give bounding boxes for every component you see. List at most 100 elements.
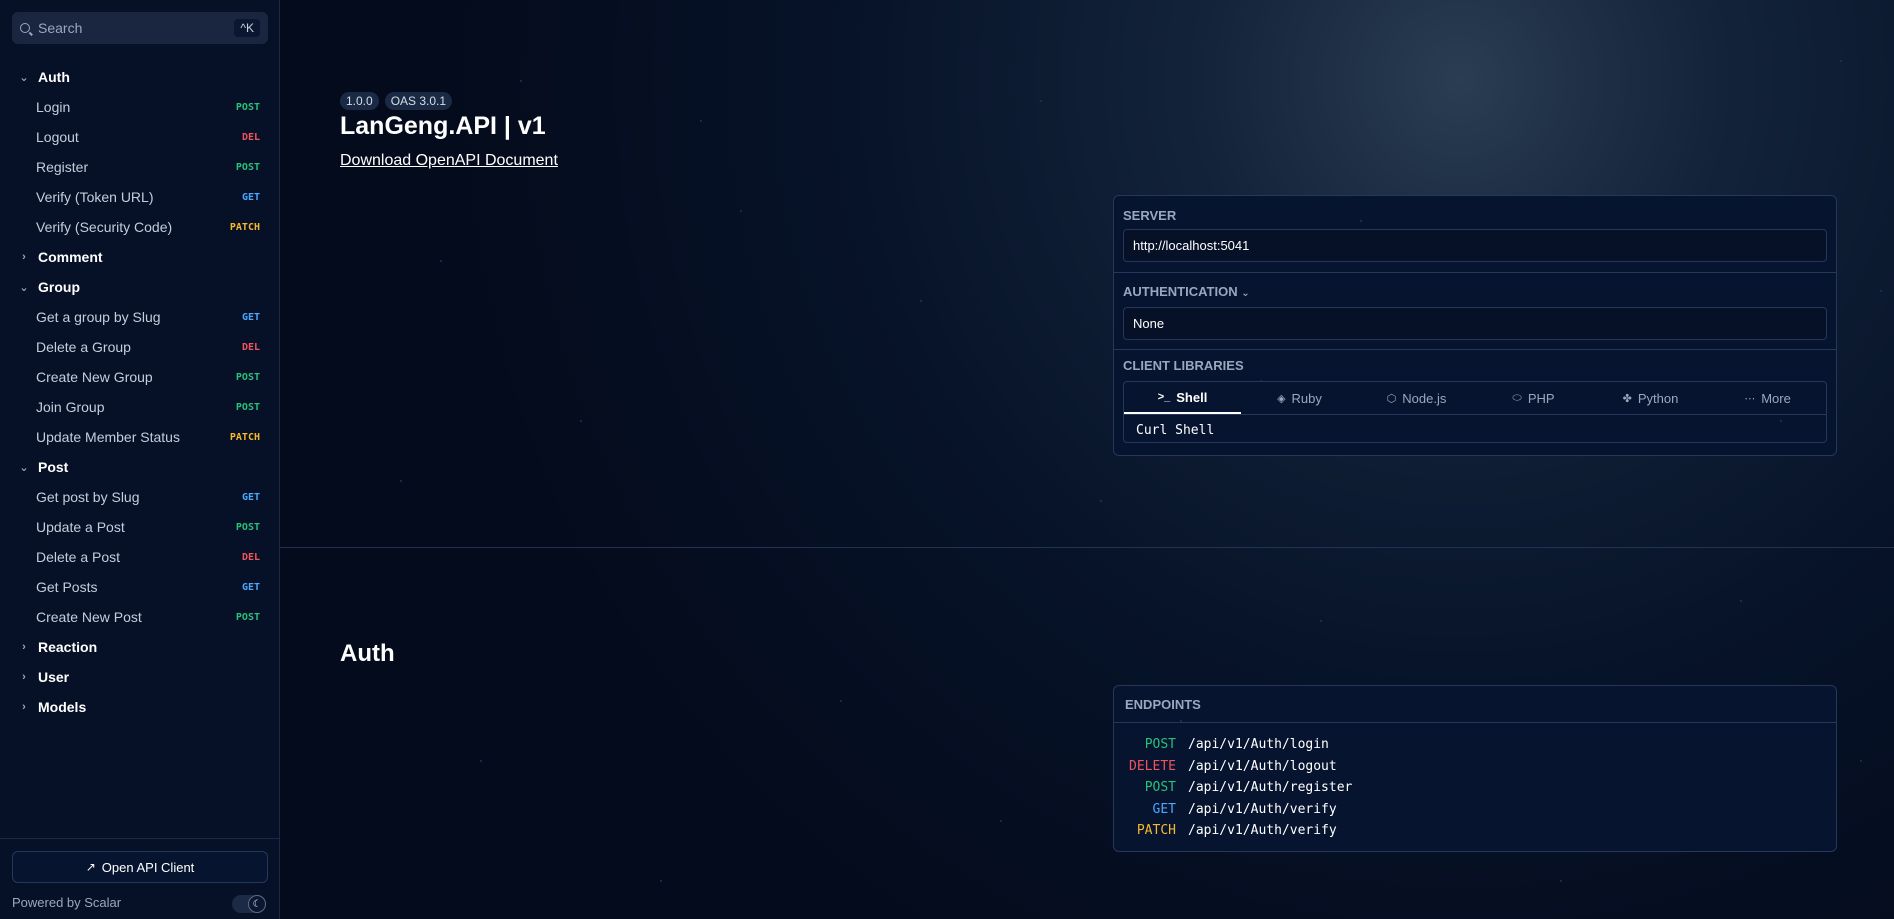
background-dot [580,420,582,422]
tab-more[interactable]: ⋯ More [1709,382,1826,414]
tab-ruby[interactable]: ◈ Ruby [1241,382,1358,414]
method-badge: POST [235,611,260,623]
sidebar-item-label: Create New Post [36,609,142,625]
chevron-down-icon: ⌄ [1241,288,1250,299]
sidebar-item[interactable]: Create New Post POST [0,602,280,632]
sidebar-group-label: Comment [38,249,103,265]
tab-nodejs[interactable]: ⬡ Node.js [1358,382,1475,414]
endpoint-method: DELETE [1129,758,1176,774]
method-badge: GET [241,581,260,593]
chevron-right-icon: › [22,671,26,683]
background-dot [740,210,742,212]
authentication-label[interactable]: AUTHENTICATION ⌄ [1123,284,1250,299]
endpoint-method: POST [1144,737,1176,753]
auth-select[interactable]: None [1123,307,1827,340]
selected-client: Curl Shell [1136,423,1215,438]
sidebar-footer: ↗ Open API Client Powered by Scalar ☾ [0,838,280,919]
open-api-client-label: Open API Client [101,859,195,875]
background-dot [660,880,662,882]
sidebar-item[interactable]: Update a Post POST [0,512,280,542]
open-api-client-button[interactable]: ↗ Open API Client [12,851,268,883]
background-dot [1360,220,1362,222]
method-badge: GET [241,491,260,503]
sidebar-group-reaction[interactable]: › Reaction [0,632,280,662]
method-badge: GET [241,191,260,203]
sidebar-group-group[interactable]: ⌄ Group [0,272,280,302]
download-openapi-link[interactable]: Download OpenAPI Document [340,152,558,170]
background-dot [1880,290,1882,292]
method-badge: POST [235,521,260,533]
tab-label: Ruby [1291,390,1322,406]
sidebar-group-label: Reaction [38,639,98,655]
sidebar-item-label: Verify (Security Code) [36,219,173,235]
endpoints-panel: ENDPOINTS POST/api/v1/Auth/login DELETE/a… [1113,685,1837,852]
background-dot [1000,820,1002,822]
background-dot [1040,100,1042,102]
sidebar-item[interactable]: Logout DEL [0,122,280,152]
sidebar-item[interactable]: Get Posts GET [0,572,280,602]
page-title: LanGeng.API | v1 [340,112,546,140]
sidebar-item[interactable]: Login POST [0,92,280,122]
server-select[interactable]: http://localhost:5041 [1123,229,1827,262]
endpoint-row[interactable]: POST/api/v1/Auth/login [1114,734,1836,756]
sidebar-nav: ⌄ Auth Login POST Logout DEL Register POST Verif… [0,62,280,722]
sidebar-item[interactable]: Verify (Token URL) GET [0,182,280,212]
endpoint-row[interactable]: GET/api/v1/Auth/verify [1114,799,1836,821]
sidebar-item[interactable]: Delete a Post DEL [0,542,280,572]
version-badges: 1.0.0 OAS 3.0.1 [340,92,453,110]
search-input[interactable]: Search ^K [12,12,268,44]
endpoint-method: POST [1144,780,1176,796]
endpoint-path: /api/v1/Auth/verify [1188,823,1337,839]
sidebar-item[interactable]: Register POST [0,152,280,182]
endpoints-label: ENDPOINTS [1114,686,1836,723]
ruby-icon: ◈ [1277,392,1286,405]
sidebar-group-label: Post [38,459,69,475]
divider [1114,349,1836,350]
endpoint-method: PATCH [1136,823,1176,839]
sidebar-group-user[interactable]: › User [0,662,280,692]
chevron-down-icon: ⌄ [19,71,29,84]
tab-php[interactable]: ⬭ PHP [1475,382,1592,414]
sidebar-group-post[interactable]: ⌄ Post [0,452,280,482]
tab-label: PHP [1527,390,1555,406]
sidebar-group-comment[interactable]: › Comment [0,242,280,272]
server-label: SERVER [1123,208,1177,223]
tab-python[interactable]: ✤ Python [1592,382,1709,414]
external-arrow-icon: ↗ [85,860,96,874]
section-title: Auth [340,640,395,667]
sidebar-group-label: User [38,669,70,685]
sidebar-group-auth[interactable]: ⌄ Auth [0,62,280,92]
sidebar-item[interactable]: Join Group POST [0,392,280,422]
sidebar-item-label: Login [36,99,71,115]
chevron-down-icon: ⌄ [19,461,29,474]
dark-mode-toggle[interactable]: ☾ [232,895,266,913]
endpoint-row[interactable]: DELETE/api/v1/Auth/logout [1114,756,1836,778]
terminal-icon: >_ [1157,391,1171,403]
sidebar-item-label: Delete a Group [36,339,131,355]
sidebar-item[interactable]: Delete a Group DEL [0,332,280,362]
version-badge: 1.0.0 [340,92,379,110]
method-badge: DEL [241,551,260,563]
background-dot [440,260,442,262]
sidebar-item-label: Register [36,159,89,175]
sidebar-item[interactable]: Update Member Status PATCH [0,422,280,452]
method-badge: PATCH [229,221,260,233]
sidebar-group-models[interactable]: › Models [0,692,280,722]
sidebar-item[interactable]: Get a group by Slug GET [0,302,280,332]
powered-by-link[interactable]: Powered by Scalar [12,895,121,910]
chevron-right-icon: › [22,701,26,713]
tab-shell[interactable]: >_ Shell [1124,382,1241,414]
config-panel: SERVER http://localhost:5041 AUTHENTICAT… [1113,195,1837,456]
sidebar-item[interactable]: Verify (Security Code) PATCH [0,212,280,242]
sidebar-item-label: Verify (Token URL) [36,189,154,205]
sidebar-item[interactable]: Get post by Slug GET [0,482,280,512]
chevron-right-icon: › [22,641,26,653]
endpoint-row[interactable]: POST/api/v1/Auth/register [1114,777,1836,799]
tab-label: Python [1637,390,1679,406]
sidebar-item-label: Get Posts [36,579,98,595]
sidebar-item[interactable]: Create New Group POST [0,362,280,392]
background-dot [1100,500,1102,502]
endpoint-row[interactable]: PATCH/api/v1/Auth/verify [1114,820,1836,842]
background-dot [480,760,482,762]
main-content: 1.0.0 OAS 3.0.1 LanGeng.API | v1 Downloa… [280,0,1894,919]
